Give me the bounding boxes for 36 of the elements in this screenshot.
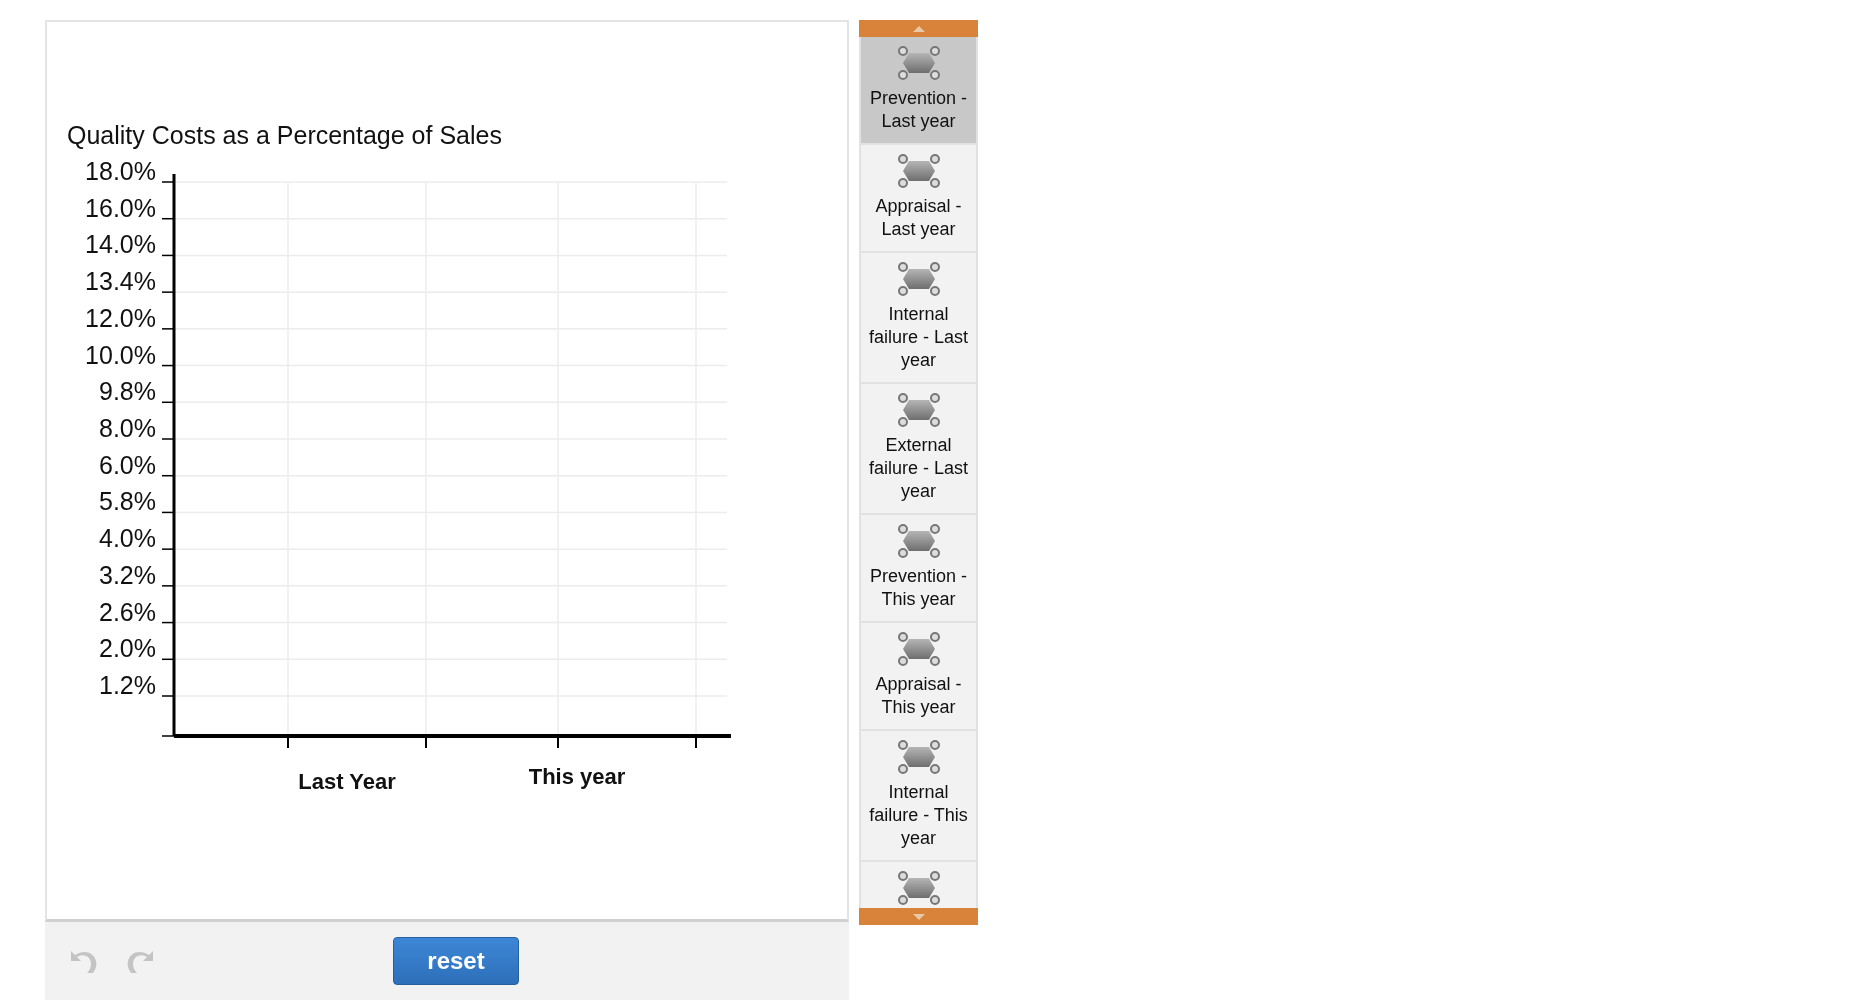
scroll-up-button[interactable] <box>859 20 978 37</box>
y-axis-label: 10.0% <box>85 340 156 369</box>
palette-item[interactable]: Internal failure - This year <box>861 731 976 860</box>
y-axis-label: 5.8% <box>99 487 156 516</box>
reset-button[interactable]: reset <box>393 937 519 985</box>
x-axis-label: This year <box>528 764 626 789</box>
palette-item[interactable]: Prevention - Last year <box>861 37 976 143</box>
draggable-node-icon <box>896 739 941 775</box>
y-axis-label: 14.0% <box>85 230 156 259</box>
palette-item[interactable]: External failure - Last year <box>861 384 976 513</box>
y-axis-label: 12.0% <box>85 303 156 332</box>
palette-item[interactable] <box>861 862 976 908</box>
palette-item[interactable]: Internal failure - Last year <box>861 253 976 382</box>
draggable-node-icon <box>896 870 941 906</box>
palette-item[interactable]: Appraisal - This year <box>861 623 976 729</box>
y-axis-label: 4.0% <box>99 524 156 553</box>
y-axis-label: 8.0% <box>99 414 156 442</box>
chart-title: Quality Costs as a Percentage of Sales <box>67 121 502 149</box>
draggable-node-icon <box>896 631 941 667</box>
draggable-node-icon <box>896 45 941 81</box>
draggable-node-icon <box>896 153 941 189</box>
draggable-node-icon <box>896 523 941 559</box>
y-axis-label: 16.0% <box>85 193 156 222</box>
draggable-node-icon <box>896 261 941 297</box>
y-axis-label: 3.2% <box>99 560 156 589</box>
y-axis-label: 18.0% <box>85 157 156 185</box>
y-axis-label: 13.4% <box>85 267 156 296</box>
draggable-node-icon <box>896 392 941 428</box>
y-axis-label: 2.0% <box>99 634 156 663</box>
y-axis-label: 9.8% <box>99 377 156 406</box>
x-axis-label: Last Year <box>298 769 396 794</box>
y-axis-label: 2.6% <box>99 597 156 626</box>
y-axis-label: 1.2% <box>99 671 156 699</box>
y-axis-label: 6.0% <box>99 450 156 479</box>
palette-item[interactable]: Prevention - This year <box>861 515 976 621</box>
palette-item[interactable]: Appraisal - Last year <box>861 145 976 251</box>
